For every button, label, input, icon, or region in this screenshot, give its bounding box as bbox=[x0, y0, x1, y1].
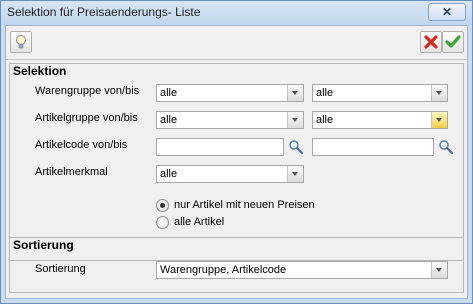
cancel-x-icon bbox=[424, 35, 438, 49]
artikelmerkmal-value: alle bbox=[160, 168, 178, 180]
artikelgruppe-label: Artikelgruppe von/bis bbox=[35, 112, 138, 124]
artikelgruppe-from-value: alle bbox=[160, 114, 178, 126]
close-icon: ✕ bbox=[441, 5, 453, 19]
artikelcode-to-input[interactable] bbox=[312, 138, 434, 156]
dialog-client: Selektion Warengruppe von/bis alle alle … bbox=[5, 25, 468, 299]
chevron-down-icon[interactable] bbox=[431, 112, 447, 128]
radio-alle-artikel-label[interactable]: alle Artikel bbox=[174, 216, 224, 228]
title-bar[interactable]: Selektion für Preisaenderungs- Liste ✕ bbox=[1, 1, 472, 25]
selektion-title: Selektion bbox=[13, 64, 67, 78]
artikelcode-label: Artikelcode von/bis bbox=[35, 139, 128, 151]
warengruppe-from-select[interactable]: alle bbox=[156, 84, 304, 102]
ok-button[interactable] bbox=[442, 31, 464, 53]
cancel-button[interactable] bbox=[420, 31, 442, 53]
artikelgruppe-to-value: alle bbox=[316, 114, 334, 126]
chevron-down-icon[interactable] bbox=[431, 85, 447, 101]
warengruppe-label: Warengruppe von/bis bbox=[35, 85, 140, 97]
artikelgruppe-to-select[interactable]: alle bbox=[312, 111, 448, 129]
warengruppe-to-value: alle bbox=[316, 87, 334, 99]
sortierung-title: Sortierung bbox=[13, 238, 74, 252]
selektion-group: Selektion Warengruppe von/bis alle alle … bbox=[9, 63, 464, 261]
sortierung-group: Sortierung Sortierung Warengruppe, Artik… bbox=[9, 237, 464, 293]
hint-button[interactable] bbox=[10, 31, 32, 53]
sortierung-label: Sortierung bbox=[35, 263, 86, 275]
dialog-window: Selektion für Preisaenderungs- Liste ✕ S… bbox=[0, 0, 473, 304]
chevron-down-icon[interactable] bbox=[431, 262, 447, 278]
warengruppe-from-value: alle bbox=[160, 87, 178, 99]
checkmark-icon bbox=[445, 35, 461, 48]
artikelgruppe-from-select[interactable]: alle bbox=[156, 111, 304, 129]
chevron-down-icon[interactable] bbox=[287, 166, 303, 182]
chevron-down-icon[interactable] bbox=[287, 85, 303, 101]
toolbar bbox=[6, 26, 467, 60]
warengruppe-to-select[interactable]: alle bbox=[312, 84, 448, 102]
artikelcode-from-input[interactable] bbox=[156, 138, 284, 156]
chevron-down-icon[interactable] bbox=[287, 112, 303, 128]
radio-nur-neue-preise-label[interactable]: nur Artikel mit neuen Preisen bbox=[174, 199, 315, 211]
search-icon bbox=[439, 140, 454, 155]
search-icon bbox=[289, 140, 304, 155]
window-title: Selektion für Preisaenderungs- Liste bbox=[7, 5, 201, 19]
artikelcode-to-search-button[interactable] bbox=[437, 138, 455, 156]
radio-nur-neue-preise[interactable] bbox=[156, 199, 169, 212]
artikelmerkmal-select[interactable]: alle bbox=[156, 165, 304, 183]
lightbulb-icon bbox=[16, 35, 26, 49]
sortierung-value: Warengruppe, Artikelcode bbox=[160, 264, 287, 276]
sortierung-select[interactable]: Warengruppe, Artikelcode bbox=[156, 261, 448, 279]
artikelcode-from-search-button[interactable] bbox=[287, 138, 305, 156]
window-close-button[interactable]: ✕ bbox=[428, 3, 466, 21]
artikelmerkmal-label: Artikelmerkmal bbox=[35, 166, 108, 178]
radio-alle-artikel[interactable] bbox=[156, 216, 169, 229]
